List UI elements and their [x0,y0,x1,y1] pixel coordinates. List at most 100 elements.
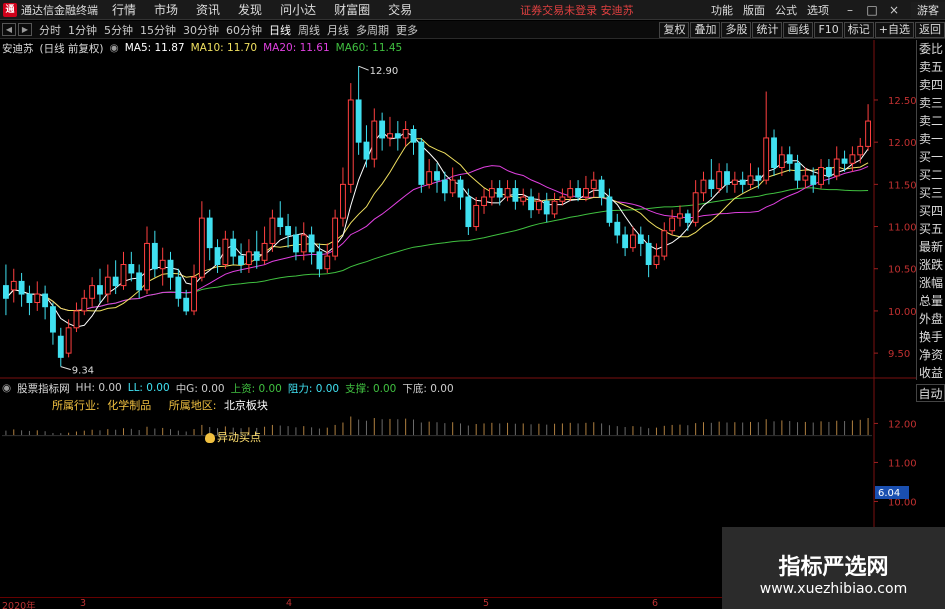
candle-body [97,285,103,295]
period-5min[interactable]: 5分钟 [104,22,133,38]
auto-button[interactable]: 自动 [916,384,945,402]
candle-body [347,99,354,185]
f10-button[interactable]: F10 [814,22,843,38]
candle [567,180,574,202]
candle [598,175,605,206]
menu-zixun[interactable]: 资讯 [196,1,220,18]
candle [590,171,597,198]
period-15min[interactable]: 15分钟 [140,22,176,38]
nav-left-icon[interactable]: ◀ [2,23,16,36]
menu-gongshi[interactable]: 公式 [775,2,797,18]
candle-body [2,285,9,299]
menu-xuanxiang[interactable]: 选项 [807,2,829,18]
candle [677,205,683,227]
add-watchlist-button[interactable]: +自选 [874,22,914,38]
indicator-menu-icon[interactable]: ◉ [2,382,11,394]
candle-body [598,179,605,198]
candle-body [778,154,785,168]
period-weekly[interactable]: 周线 [298,22,320,38]
menu-hangqing[interactable]: 行情 [112,1,136,18]
indicator-bottom: 下底: 0.00 [402,382,454,395]
candle [731,171,738,193]
multi-stock-button[interactable]: 多股 [721,22,752,38]
candle-body [716,171,723,190]
menu-wenxiaoda[interactable]: 问小达 [280,1,316,18]
period-30min[interactable]: 30分钟 [183,22,219,38]
draw-line-button[interactable]: 画线 [783,22,814,38]
menu-banmian[interactable]: 版面 [743,2,765,18]
candle-body [692,192,699,223]
overlay-button[interactable]: 叠加 [690,22,721,38]
mark-button[interactable]: 标记 [843,22,874,38]
candle-body [18,280,25,295]
side-sell5: 卖五 [918,60,943,74]
candle-body [575,188,582,198]
period-60min[interactable]: 60分钟 [226,22,262,38]
kline-chart[interactable]: 12.50 12.00 11.50 11.00 10.50 10.00 9.50 12.90 9… [0,40,916,609]
indicator-tick-label: 11.00 [888,458,916,469]
statistics-button[interactable]: 统计 [752,22,783,38]
candle-body [637,234,644,244]
candle-body [794,162,801,181]
period-monthly[interactable]: 月线 [327,22,349,38]
candle [630,226,636,252]
candle [716,163,723,193]
candle-body [512,188,519,202]
menu-shichang[interactable]: 市场 [154,1,178,18]
candle [42,285,49,320]
candle [543,192,550,223]
candle-body [104,276,111,295]
low-price-label: 9.34 [72,366,94,377]
candle-body [669,217,676,232]
candle-body [763,137,770,181]
side-outer: 外盘 [918,312,943,326]
menu-caifuquan[interactable]: 财富圈 [334,1,370,18]
candle-body [206,217,213,249]
nav-right-icon[interactable]: ▶ [18,23,32,36]
candle-body [245,251,252,266]
candle [865,104,872,151]
candle [661,222,668,261]
menu-faxian[interactable]: 发现 [238,1,262,18]
menu-gongneng[interactable]: 功能 [711,2,733,18]
indicator-name[interactable]: 股票指标网 [17,381,70,396]
candle-body [183,297,190,312]
candle-body [42,293,49,308]
region-label: 所属地区: [168,399,217,412]
maximize-icon[interactable]: □ [861,3,883,17]
candle-body [332,217,339,257]
guest-button[interactable]: 游客 [911,2,945,18]
back-button[interactable]: 返回 [915,22,945,38]
period-more[interactable]: 更多 [396,22,418,38]
stock-name: 安迪苏 [2,42,34,55]
restore-rights-button[interactable]: 复权 [659,22,690,38]
period-toolbar: ◀ ▶ 分时 1分钟 5分钟 15分钟 30分钟 60分钟 日线 周线 月线 多… [0,21,945,39]
candle-body [520,196,527,202]
candle [857,137,864,164]
period-multi[interactable]: 多周期 [356,22,389,38]
candle-body [426,171,433,185]
candle [669,209,676,235]
side-earnings: 收益 [918,366,943,380]
close-icon[interactable]: × [883,3,905,17]
candle-body [402,129,409,139]
minimize-icon[interactable]: – [839,3,861,17]
candle-body [355,99,362,143]
price-tick-label: 10.50 [888,265,916,276]
side-buy4: 买四 [918,204,943,218]
menu-jiaoyi[interactable]: 交易 [388,1,412,18]
ma20-label: MA20: 11.61 [263,42,330,54]
candle-body [50,306,56,333]
candle-body [300,234,307,253]
candle-body [363,141,370,160]
industry-value: 化学制品 [107,399,152,412]
candle [50,302,56,345]
login-status[interactable]: 证券交易未登录 安迪苏 [520,2,634,18]
period-1min[interactable]: 1分钟 [68,22,97,38]
period-daily[interactable]: 日线 [269,22,291,38]
candle-body [285,226,292,236]
candle [457,175,464,210]
candle [763,91,770,185]
expand-icon[interactable]: ◉ [110,42,119,54]
period-fenshi[interactable]: 分时 [39,22,61,38]
